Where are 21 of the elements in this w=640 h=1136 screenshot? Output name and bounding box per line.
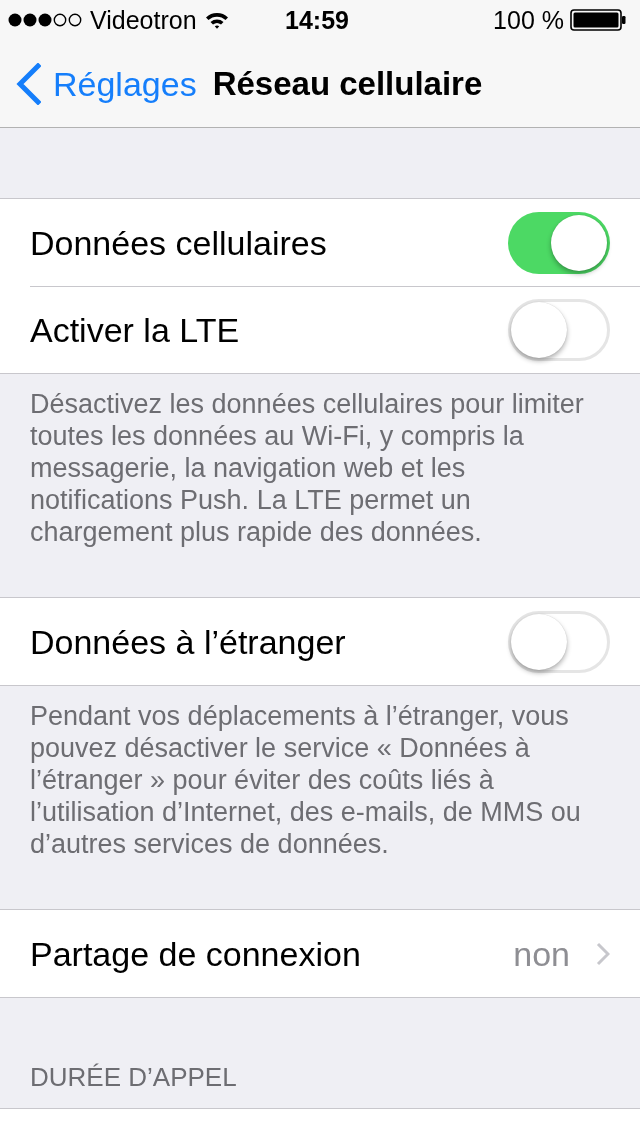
section-footer-text: Pendant vos déplacements à l’étranger, vous pouvez désactiver le service « Données à l’étranger » pour éviter des coûts liés à l’utilisation d’Internet, des e-mails, de MMS ou d’autres services de données.: [29, 700, 582, 861]
setting-label: Données cellulaires: [30, 222, 328, 263]
battery-percentage: 100 %: [493, 5, 564, 35]
battery-icon: [570, 9, 626, 31]
chevron-left-icon: [15, 62, 41, 105]
toggle-switch[interactable]: [508, 299, 610, 361]
section-header: DURÉE D’APPEL: [29, 1061, 238, 1094]
carrier-name: Videotron: [90, 5, 197, 35]
setting-label[interactable]: Partage de connexion: [30, 933, 514, 974]
setting-value: non: [513, 933, 570, 974]
back-button[interactable]: Réglages: [15, 62, 197, 105]
section-footer-text: Désactivez les données cellulaires pour limiter toutes les données au Wi-Fi, y compris la messagerie, la navigation web et les notifications Push. La LTE permet un chargement plus rapide des données.: [29, 388, 585, 549]
setting-label: Activer la LTE: [30, 310, 241, 350]
toggle-switch[interactable]: [508, 610, 610, 673]
page-title: Réseau cellulaire: [212, 63, 483, 104]
wifi-icon: [204, 11, 229, 29]
setting-label: Données à l’étranger: [30, 621, 347, 662]
status-time: 14:59: [285, 5, 349, 35]
toggle-switch[interactable]: [508, 211, 610, 274]
signal-strength-icon: [8, 13, 82, 27]
chevron-right-icon[interactable]: [596, 941, 610, 966]
